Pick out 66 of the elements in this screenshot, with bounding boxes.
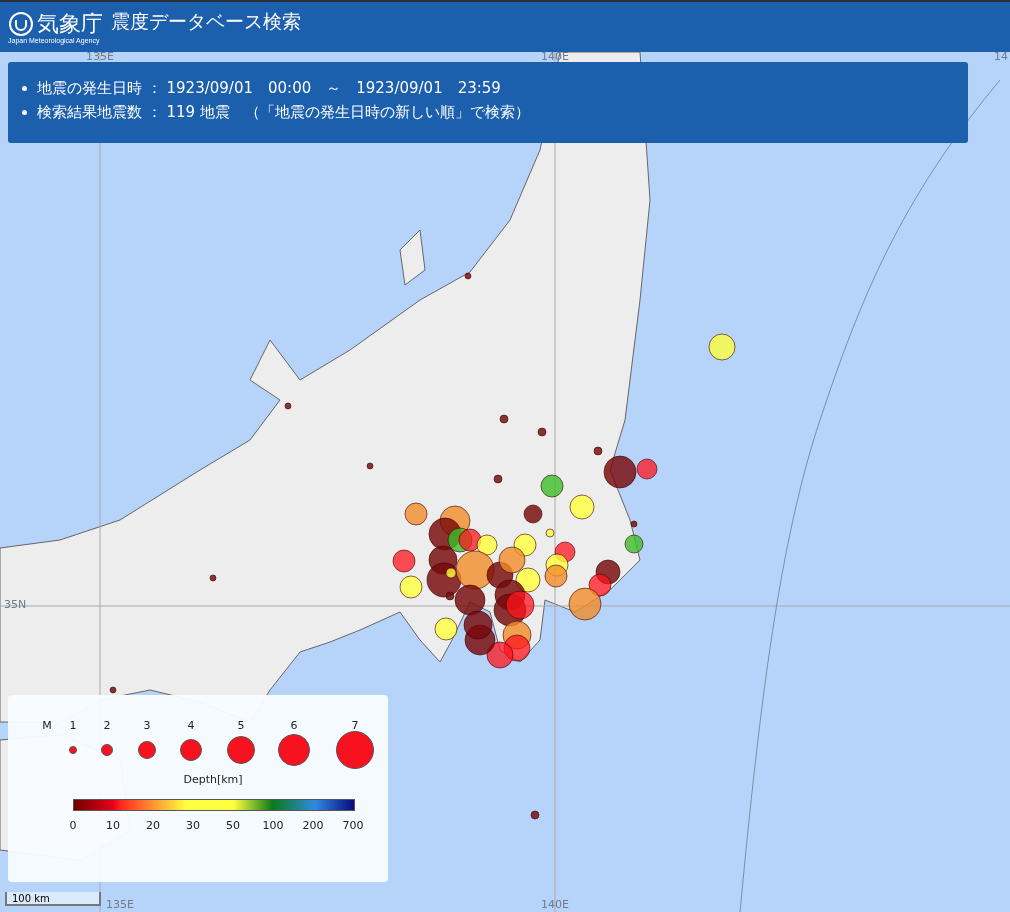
magnitude-value: 2 (103, 719, 111, 732)
depth-tick-label: 30 (186, 819, 200, 832)
grid-label: 135E (86, 52, 114, 62)
grid-label: 14 (994, 52, 1008, 62)
summary-text: 地震の発生日時 ： 1923/09/01 00:00 ～ 1923/09/01 23:59 (37, 78, 501, 99)
depth-title: Depth[km] (183, 773, 243, 786)
wave-logo-icon (8, 10, 34, 37)
earthquake-marker (464, 272, 472, 280)
earthquake-marker (537, 427, 547, 437)
earthquake-marker (568, 587, 602, 621)
depth-tick-label: 20 (146, 819, 160, 832)
bullet-icon (22, 85, 27, 91)
earthquake-marker (366, 462, 374, 470)
earthquake-marker (463, 610, 493, 640)
earthquake-marker (434, 617, 458, 641)
depth-tick-label: 200 (302, 819, 324, 832)
grid-label: 35N (4, 600, 27, 610)
depth-tick-label: 100 (262, 819, 284, 832)
earthquake-marker (486, 641, 514, 669)
earthquake-marker (530, 810, 540, 820)
magnitude-circle-icon (336, 731, 374, 769)
earthquake-marker (523, 504, 543, 524)
magnitude-value: 1 (69, 719, 77, 732)
island (399, 229, 426, 286)
earthquake-marker (209, 574, 217, 582)
magnitude-value: 3 (143, 719, 151, 732)
grid-label: 140E (541, 900, 569, 910)
magnitude-circle-icon (180, 739, 202, 761)
earthquake-marker (498, 546, 526, 574)
depth-tick-label: 0 (69, 819, 77, 832)
depth-tick-label: 50 (226, 819, 240, 832)
earthquake-marker (630, 520, 638, 528)
magnitude-value: 6 (290, 719, 298, 732)
earthquake-marker (284, 402, 292, 410)
earthquake-marker (708, 333, 736, 361)
earthquake-marker (399, 575, 423, 599)
earthquake-marker (540, 474, 564, 498)
magnitude-circle-icon (227, 736, 255, 764)
magnitude-label: M (42, 719, 52, 732)
magnitude-circle-icon (278, 734, 310, 766)
magnitude-value: 7 (351, 719, 359, 732)
earthquake-marker (109, 686, 117, 694)
magnitude-circle-icon (101, 744, 113, 756)
earthquake-marker (624, 534, 644, 554)
summary-text: 検索結果地震数 ： 119 地震 （「地震の発生日時の新しい順」で検索） (37, 102, 530, 123)
earthquake-marker (588, 573, 612, 597)
earthquake-marker (569, 494, 595, 520)
earthquake-marker (544, 564, 568, 588)
earthquake-marker (392, 549, 416, 573)
earthquake-marker (493, 474, 503, 484)
earthquake-marker (505, 590, 535, 620)
earthquake-marker (404, 502, 428, 526)
magnitude-circle-icon (69, 746, 77, 754)
depth-tick-label: 10 (106, 819, 120, 832)
agency-name: 気象庁 (37, 10, 103, 37)
earthquake-marker (499, 414, 509, 424)
page-title: 震度データベース検索 (111, 9, 301, 34)
magnitude-value: 4 (187, 719, 195, 732)
scale-bar: 100 km (5, 892, 101, 906)
earthquake-marker (515, 567, 541, 593)
depth-tick-label: 700 (342, 819, 364, 832)
magnitude-value: 5 (237, 719, 245, 732)
grid-label: 135E (106, 900, 134, 910)
earthquake-marker (545, 528, 555, 538)
magnitude-circle-icon (138, 741, 156, 759)
bullet-icon (22, 109, 27, 115)
